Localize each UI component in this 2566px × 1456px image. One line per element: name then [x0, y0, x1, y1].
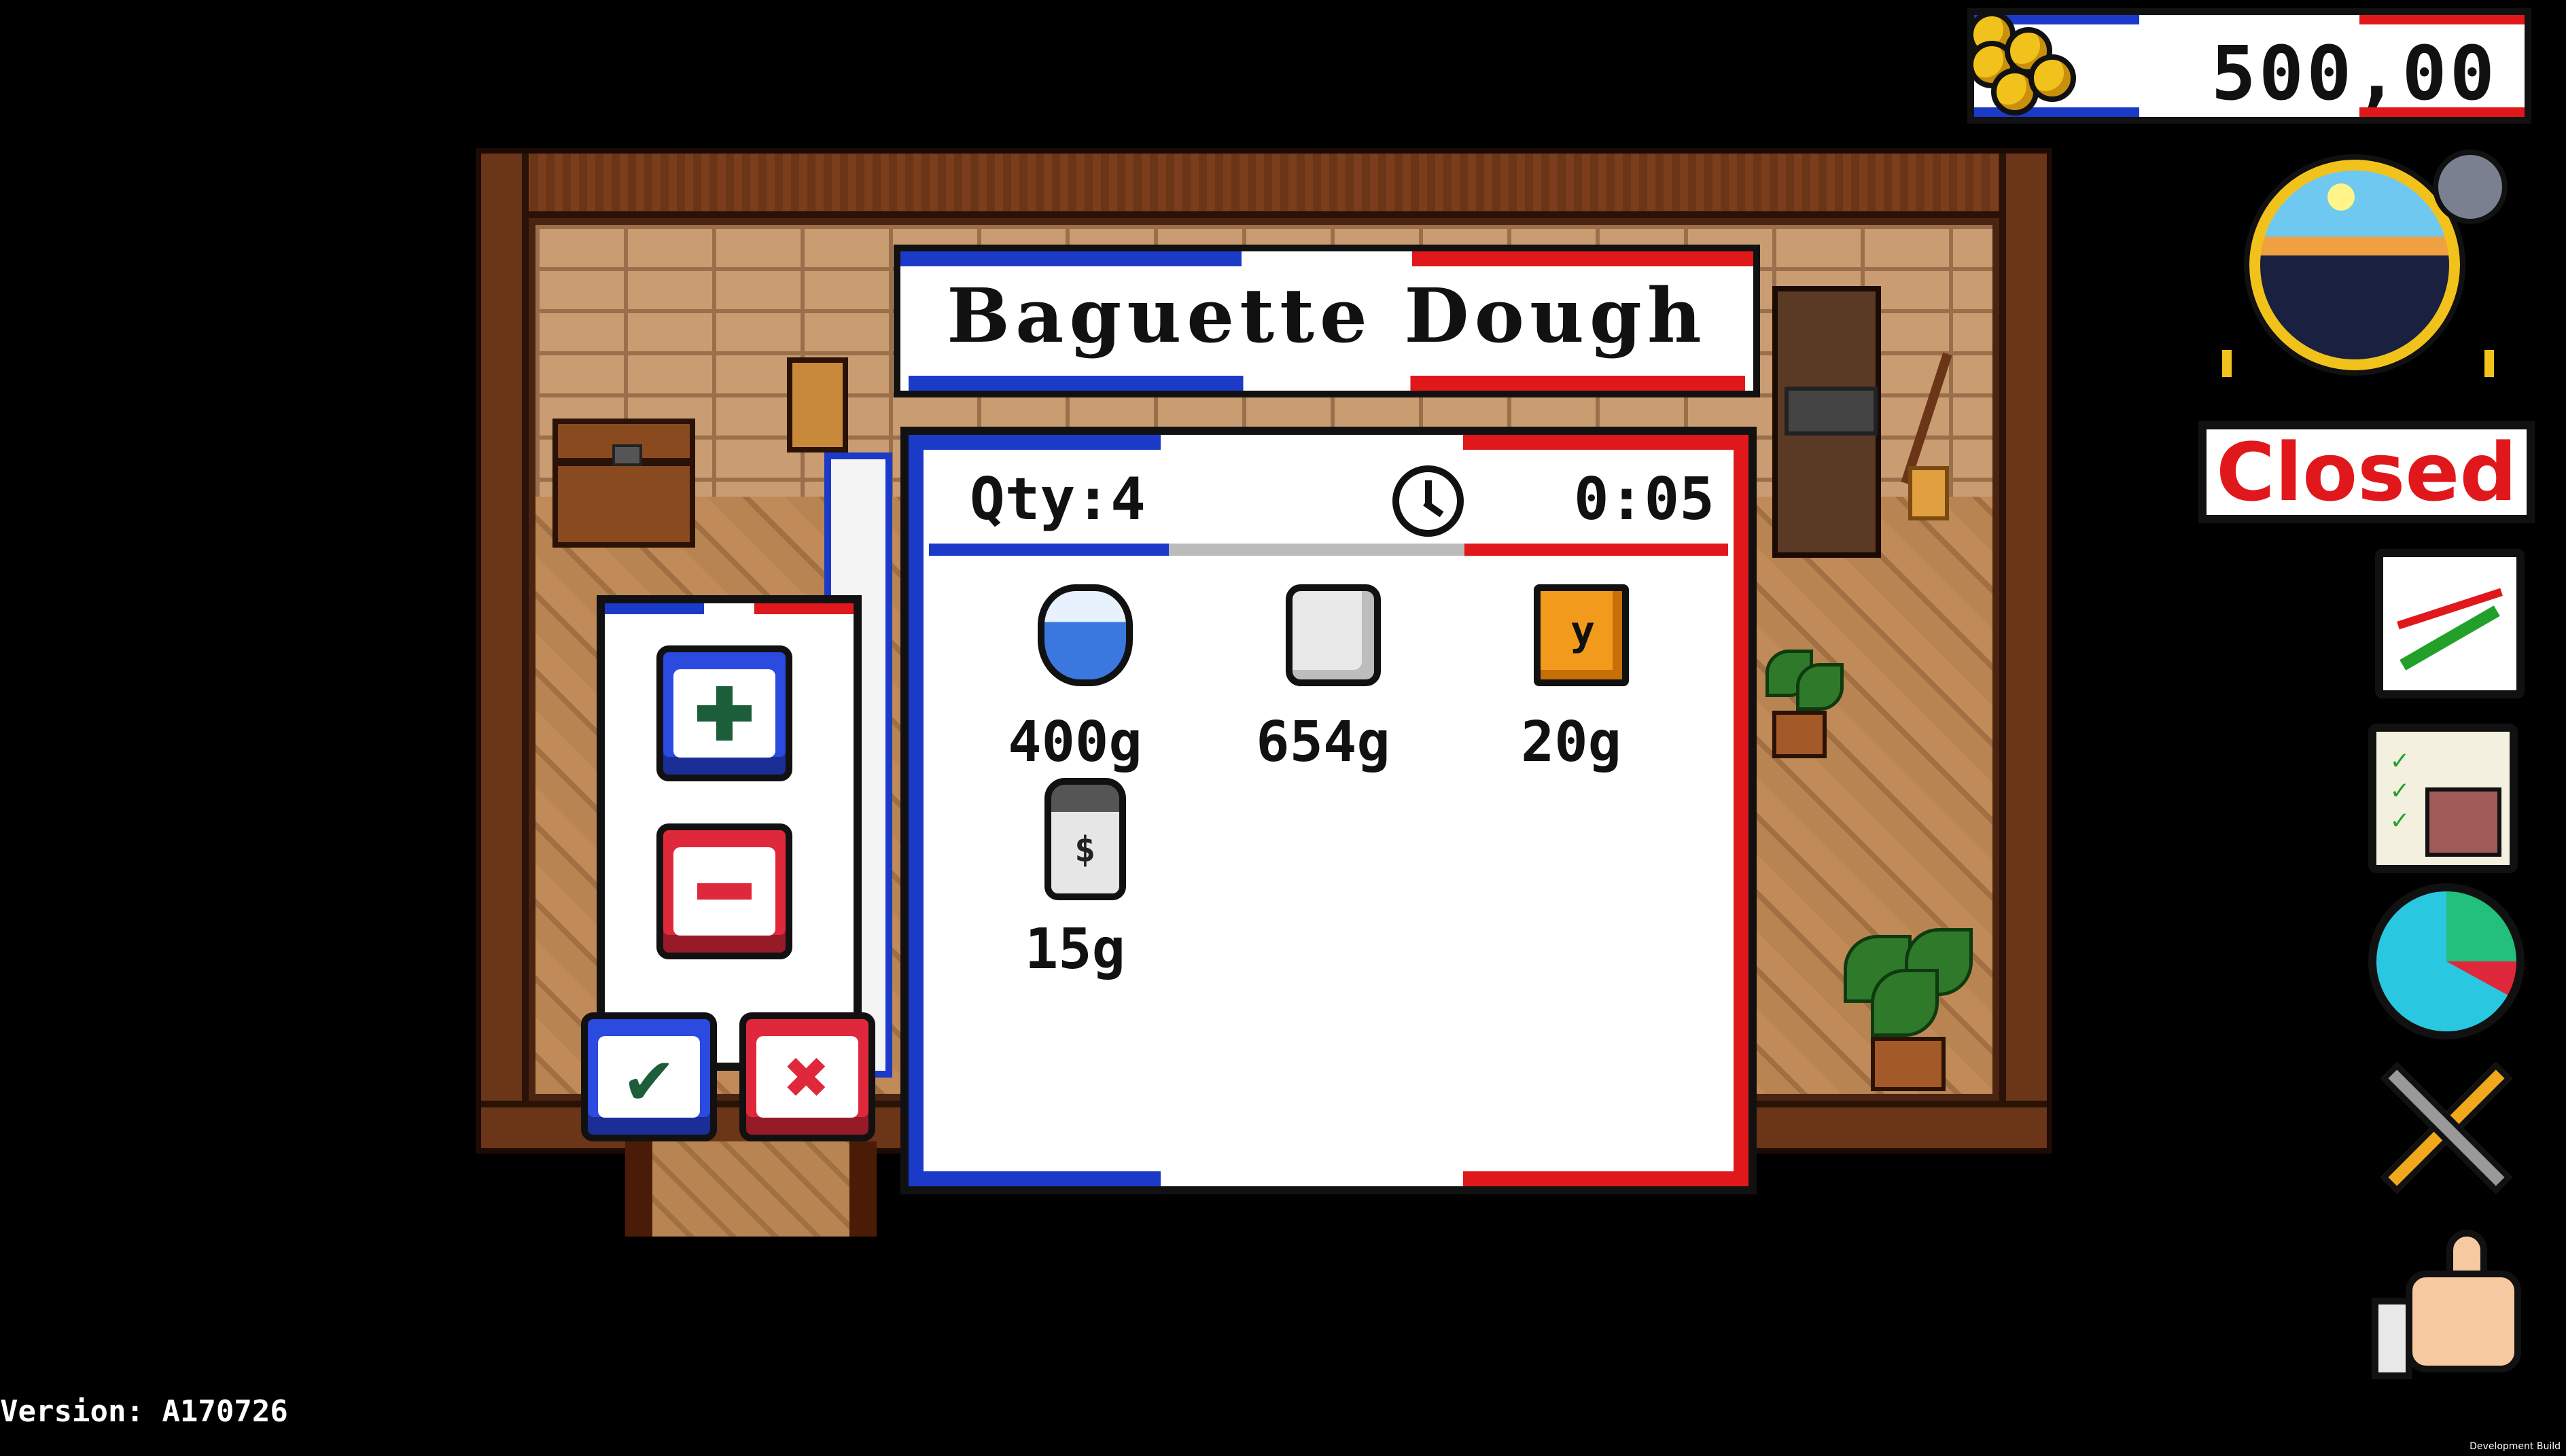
- shop-status-badge[interactable]: Closed: [2198, 421, 2535, 523]
- ingredient-amount: 20g: [1520, 710, 1622, 775]
- plus-icon: [697, 686, 752, 741]
- divider: [929, 544, 1728, 556]
- ingredient-water[interactable]: 400g: [987, 584, 1163, 775]
- potted-plant: [1759, 643, 1847, 765]
- ingredient-amount: 15g: [1024, 917, 1126, 982]
- ingredient-amount: 654g: [1256, 710, 1390, 775]
- yeast-icon: [1534, 584, 1629, 686]
- clock-icon: [1392, 465, 1464, 537]
- cancel-button[interactable]: ✖: [739, 1012, 875, 1141]
- recipe-book-icon[interactable]: [2368, 724, 2518, 873]
- doorway: [625, 1141, 877, 1237]
- water-icon: [1038, 584, 1133, 686]
- craft-time: 0:05: [1573, 465, 1715, 533]
- ingredient-amount: 400g: [1008, 710, 1142, 775]
- recipe-title-banner: Baguette Dough: [894, 245, 1760, 397]
- sun-icon: [2327, 183, 2355, 211]
- money-amount: 500,00: [2211, 30, 2497, 117]
- minus-icon: [697, 883, 752, 900]
- increase-quantity-button[interactable]: [656, 645, 792, 781]
- room-frame: [481, 154, 529, 1148]
- coins-icon: [1964, 7, 2086, 122]
- broom-icon: [1908, 466, 1949, 520]
- day-night-clock[interactable]: [2215, 146, 2514, 418]
- storage-chest[interactable]: [552, 419, 695, 548]
- recipe-title: Baguette Dough: [947, 272, 1707, 359]
- salt-icon: [1044, 778, 1126, 900]
- moon-icon: [2433, 149, 2508, 224]
- quantity-label: Qty:4: [970, 465, 1146, 533]
- thumbs-up-icon[interactable]: [2365, 1223, 2528, 1386]
- flour-icon: [1286, 584, 1381, 686]
- confirm-button[interactable]: ✔: [581, 1012, 717, 1141]
- version-label: Version: A170726: [0, 1394, 288, 1429]
- recipe-card: Qty:4 0:05 400g 654g 20g 15g: [900, 427, 1757, 1194]
- wall-picture: [787, 357, 848, 452]
- oven-stove[interactable]: [1772, 286, 1881, 558]
- shop-status-label: Closed: [2216, 425, 2517, 519]
- decrease-quantity-button[interactable]: [656, 823, 792, 959]
- finance-pie-icon[interactable]: [2368, 883, 2525, 1040]
- settings-tools-icon[interactable]: [2368, 1052, 2525, 1208]
- stats-chart-icon[interactable]: [2375, 549, 2525, 698]
- checkmark-icon: ✔: [626, 1033, 672, 1120]
- build-label: Development Build: [2470, 1441, 2561, 1452]
- room-frame: [481, 154, 2047, 218]
- ingredient-salt[interactable]: 15g: [987, 778, 1163, 982]
- potted-plant: [1830, 921, 1986, 1105]
- ingredient-yeast[interactable]: 20g: [1483, 584, 1659, 775]
- clock-face-icon: [2244, 154, 2465, 376]
- ingredient-flour[interactable]: 654g: [1235, 584, 1411, 775]
- close-icon: ✖: [784, 1033, 830, 1120]
- room-frame: [1999, 154, 2047, 1148]
